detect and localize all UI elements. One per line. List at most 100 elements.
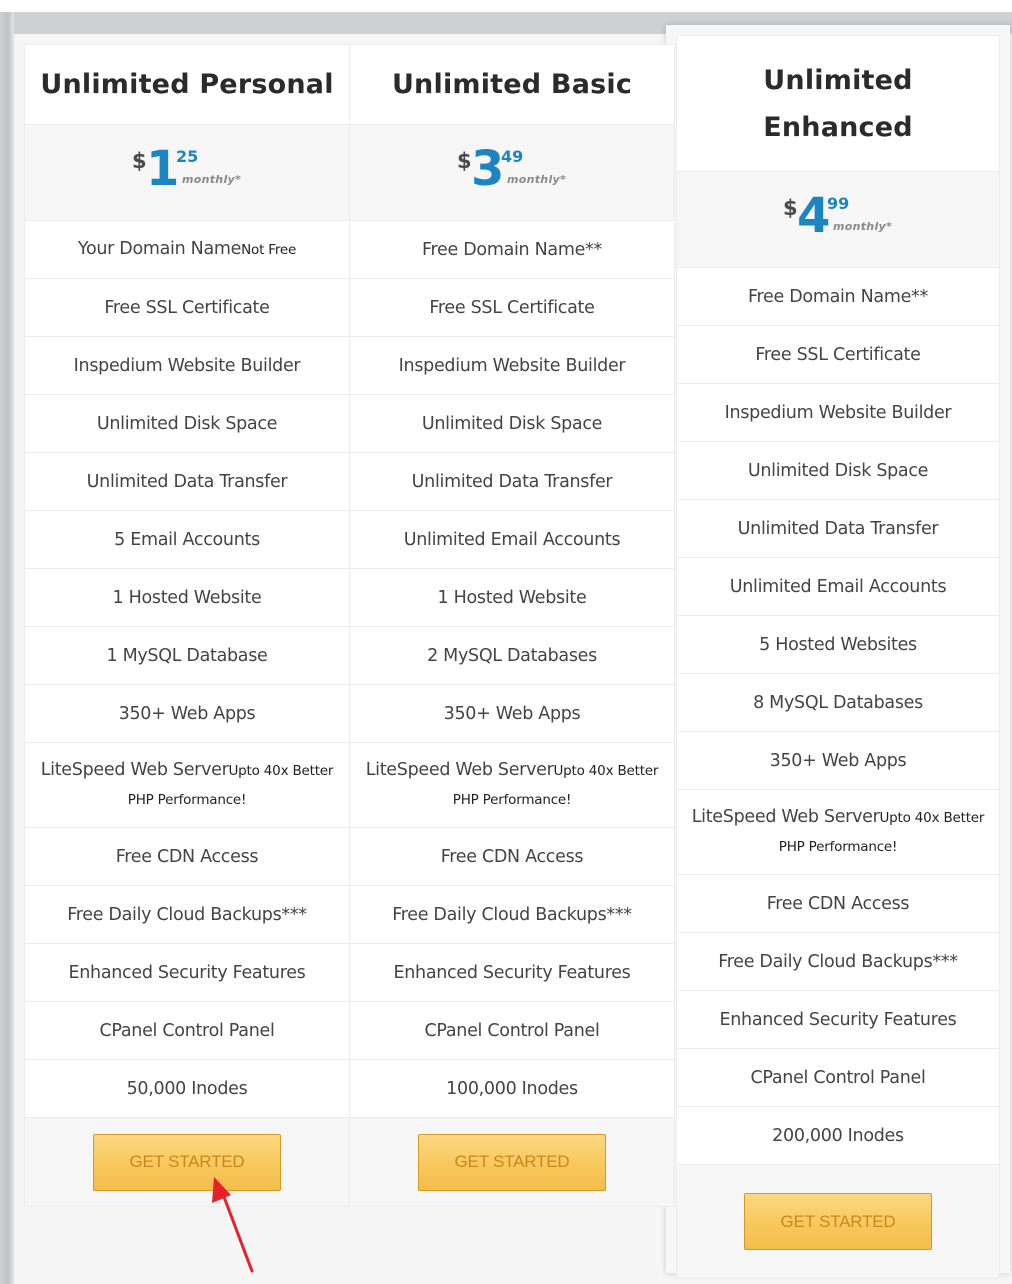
plan-title: Unlimited Enhanced [677,36,999,172]
feature-text: Unlimited Data Transfer [86,471,288,492]
price-whole: 1 [146,140,180,197]
feature-row: Inspedium Website Builder [677,384,999,442]
get-started-button[interactable]: GET STARTED [93,1133,281,1191]
feature-text: Free CDN Access [766,893,910,914]
feature-text: Free Daily Cloud Backups*** [718,951,958,972]
feature-row: Free SSL Certificate [677,326,999,384]
price-cents: 49 [501,146,524,166]
feature-text: CPanel Control Panel [750,1067,926,1088]
plan-card-3: Unlimited Enhanced $4 99 monthly* Free Domai… [676,35,1000,1279]
feature-row: Free Daily Cloud Backups*** [677,933,999,991]
feature-row: Free CDN Access [25,828,349,886]
feature-content: Free SSL Certificate [755,341,920,369]
feature-content: Inspedium Website Builder [725,399,952,427]
feature-row: Free SSL Certificate [25,279,349,337]
feature-row: 100,000 Inodes [350,1060,674,1118]
feature-text: Your Domain Name [77,239,242,259]
feature-row: 350+ Web Apps [25,685,349,743]
feature-content: Enhanced Security Features [720,1006,957,1034]
feature-content: 350+ Web Apps [770,747,907,775]
feature-row: Unlimited Data Transfer [25,453,349,511]
feature-content: Free CDN Access [766,890,910,918]
get-started-button[interactable]: GET STARTED [744,1193,932,1250]
feature-text: Free CDN Access [440,846,584,867]
feature-text: 350+ Web Apps [443,703,581,724]
feature-text: 5 Email Accounts [114,529,260,550]
feature-row: LiteSpeed Web ServerUpto 40x Better PHP … [677,790,999,875]
price-whole: 4 [797,187,831,244]
feature-content: Unlimited Email Accounts [404,526,621,554]
feature-content: Unlimited Disk Space [97,410,278,438]
feature-text: Free SSL Certificate [104,297,270,318]
feature-text: Unlimited Disk Space [747,460,929,481]
feature-content: 1 Hosted Website [438,584,587,612]
feature-text: Unlimited Data Transfer [411,471,613,492]
price-currency: $ [457,148,472,173]
feature-row: CPanel Control Panel [25,1002,349,1060]
cta-area: GET STARTED [677,1165,999,1278]
feature-text: Free Daily Cloud Backups*** [392,904,632,925]
feature-row: 5 Email Accounts [25,511,349,569]
feature-text: LiteSpeed Web Server [365,760,554,780]
feature-row: Your Domain NameNot Free [25,221,349,279]
feature-text: Enhanced Security Features [68,962,306,983]
cta-area: GET STARTED [350,1118,674,1206]
feature-text: 350+ Web Apps [769,750,907,771]
feature-text: LiteSpeed Web Server [40,760,229,780]
feature-text: 200,000 Inodes [772,1125,904,1146]
plan-title: Unlimited Personal [25,45,349,125]
cta-area: GET STARTED [25,1118,349,1206]
feature-content: Free Domain Name** [422,236,602,264]
feature-row: 350+ Web Apps [350,685,674,743]
plan-card-1: Unlimited Personal $1 25 monthly* Your Domai… [24,44,350,1207]
feature-text: 2 MySQL Databases [427,645,597,666]
feature-text: CPanel Control Panel [424,1020,600,1041]
price-cents: 99 [827,193,850,213]
feature-row: 50,000 Inodes [25,1060,349,1118]
plan-title: Unlimited Basic [350,45,674,125]
feature-content: Enhanced Security Features [69,959,306,987]
feature-text: Free Domain Name** [748,286,928,307]
price-period: monthly* [833,219,893,233]
feature-text: 100,000 Inodes [446,1078,578,1099]
feature-row: LiteSpeed Web ServerUpto 40x Better PHP … [350,743,674,828]
feature-row: 5 Hosted Websites [677,616,999,674]
feature-content: 350+ Web Apps [444,700,581,728]
price: $3 49 monthly* [457,141,567,203]
price-cents: 25 [176,146,199,166]
feature-text: Inspedium Website Builder [73,355,301,376]
price-whole: 3 [471,140,505,197]
feature-text: 1 MySQL Database [106,645,268,666]
feature-text: LiteSpeed Web Server [691,807,880,827]
feature-row: Free CDN Access [677,875,999,933]
feature-row: 8 MySQL Databases [677,674,999,732]
feature-row: Unlimited Data Transfer [350,453,674,511]
feature-row: Inspedium Website Builder [25,337,349,395]
feature-content: 200,000 Inodes [772,1122,904,1150]
feature-text: Free SSL Certificate [429,297,595,318]
feature-content: Unlimited Email Accounts [730,573,947,601]
feature-text: Free SSL Certificate [755,344,921,365]
feature-content: 2 MySQL Databases [427,642,597,670]
price-currency: $ [132,148,147,173]
price: $1 25 monthly* [132,141,242,203]
feature-content: LiteSpeed Web ServerUpto 40x Better PHP … [691,803,985,861]
feature-content: Free Daily Cloud Backups*** [718,948,958,976]
price: $4 99 monthly* [783,188,893,250]
get-started-button[interactable]: GET STARTED [418,1133,606,1191]
feature-text: 1 Hosted Website [112,587,262,608]
feature-content: 350+ Web Apps [119,700,256,728]
feature-row: Enhanced Security Features [25,944,349,1002]
feature-row: Unlimited Disk Space [677,442,999,500]
feature-content: Unlimited Data Transfer [412,468,613,496]
feature-text: Unlimited Email Accounts [403,529,621,550]
feature-content: 1 MySQL Database [106,642,267,670]
feature-content: Unlimited Disk Space [422,410,603,438]
price-area: $4 99 monthly* [677,172,999,268]
feature-row: 1 Hosted Website [25,569,349,627]
feature-text: Enhanced Security Features [393,962,631,983]
feature-text: 50,000 Inodes [126,1078,248,1099]
feature-content: 5 Email Accounts [114,526,260,554]
feature-text: 5 Hosted Websites [759,634,917,655]
feature-row: Unlimited Email Accounts [677,558,999,616]
